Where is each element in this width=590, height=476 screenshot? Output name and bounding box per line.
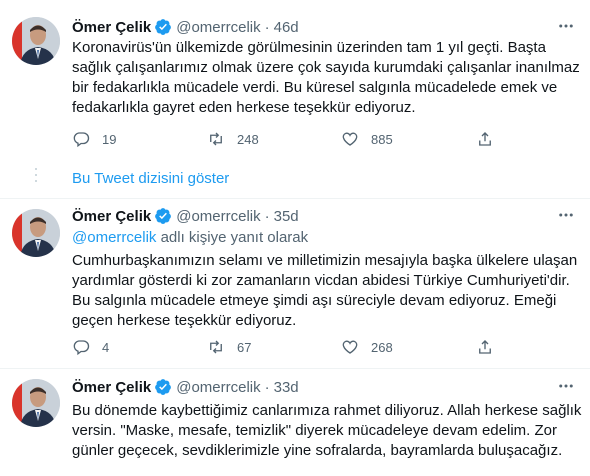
verified-badge-icon [155, 208, 172, 224]
tweet-text-line: Bu salgınla mücadele etmeye şimdi aşı sü… [72, 292, 557, 309]
reply-to-label: adlı kişiye yanıt olarak [156, 229, 309, 246]
like-count: 885 [371, 131, 393, 147]
retweet-button[interactable]: 248 [207, 130, 259, 148]
timeline: Ömer Çelik @omerrcelik · 46d Koronavirüs… [0, 0, 590, 476]
heart-icon [342, 132, 358, 146]
profile-photo [12, 209, 60, 257]
like-count: 268 [371, 339, 393, 355]
retweet-icon [210, 132, 222, 146]
heart-icon [342, 340, 358, 354]
reply-count: 19 [102, 131, 117, 147]
author-handle[interactable]: @omerrcelik [176, 379, 260, 396]
reply-icon [73, 340, 90, 356]
tweet-header: Ömer Çelik @omerrcelik · 33d [72, 376, 576, 398]
profile-photo [12, 379, 60, 427]
tweet-actions: 4 67 268 [72, 338, 512, 358]
like-button[interactable]: 268 [341, 338, 393, 356]
tweet-actions: 19 248 885 [72, 130, 512, 150]
retweet-count: 67 [237, 339, 252, 355]
tweet-text-line: geçen herkese teşekkür ediyoruz. [72, 312, 297, 329]
share-button[interactable] [476, 338, 506, 356]
reply-button[interactable]: 4 [72, 338, 109, 356]
tweet-text-line: bir fedakarlıkla mücadele verdi. Bu küre… [72, 79, 558, 96]
like-button[interactable]: 885 [341, 130, 393, 148]
author-handle[interactable]: @omerrcelik [176, 208, 260, 225]
tweet-text-line: versin. "Maske, mesafe, temizlik" diyere… [72, 422, 557, 439]
retweet-button[interactable]: 67 [207, 338, 251, 356]
author-name[interactable]: Ömer Çelik [72, 208, 151, 225]
avatar[interactable] [12, 379, 60, 427]
author-handle[interactable]: @omerrcelik [176, 19, 260, 36]
reply-to-mention[interactable]: @omerrcelik [72, 229, 156, 246]
separator-dot: · [264, 207, 270, 225]
tweet[interactable]: Ömer Çelik @omerrcelik · 33d Bu dönemde … [0, 369, 590, 476]
tweet-text-line: Koronavirüs'ün ülkemizde görülmesinin üz… [72, 39, 546, 56]
separator-dot: · [264, 18, 270, 36]
tweet-text: Cumhurbaşkanımızın selamı ve milletimizi… [72, 251, 577, 331]
tweet-text-line: sağlık çalışanlarımız olmak üzere çok sa… [72, 59, 580, 76]
separator-dot: · [264, 378, 270, 396]
author-name[interactable]: Ömer Çelik [72, 19, 151, 36]
avatar[interactable] [12, 17, 60, 65]
more-options-icon[interactable] [556, 207, 576, 223]
tweet-text-line: yardımlar gösterdi ki zor zamanların vic… [72, 272, 570, 289]
tweet[interactable]: Ömer Çelik @omerrcelik · 35d @omerrcelik… [0, 199, 590, 367]
share-icon [479, 340, 491, 354]
share-button[interactable] [476, 130, 506, 148]
more-options-icon[interactable] [556, 18, 576, 34]
share-icon [479, 132, 491, 146]
reply-button[interactable]: 19 [72, 130, 116, 148]
timestamp[interactable]: 35d [274, 208, 299, 225]
retweet-count: 248 [237, 131, 259, 147]
tweet-text-line: Cumhurbaşkanımızın selamı ve milletimizi… [72, 252, 578, 269]
verified-badge-icon [155, 379, 172, 395]
profile-photo [12, 17, 60, 65]
tweet-text-line: fedakarlıkla gayret eden herkese teşekkü… [72, 99, 416, 116]
author-name[interactable]: Ömer Çelik [72, 379, 151, 396]
tweet-text: Koronavirüs'ün ülkemizde görülmesinin üz… [72, 38, 580, 118]
verified-badge-icon [155, 19, 172, 35]
tweet[interactable]: Ömer Çelik @omerrcelik · 46d Koronavirüs… [0, 10, 590, 158]
tweet-text-line: günler geçecek, sevdiklerimizle yine sof… [72, 442, 563, 459]
timestamp[interactable]: 33d [274, 379, 299, 396]
reply-context: @omerrcelik adlı kişiye yanıt olarak [72, 229, 308, 246]
tweet-text-line: Bu dönemde kaybettiğimiz canlarımıza rah… [72, 402, 582, 419]
more-options-icon[interactable] [556, 378, 576, 394]
thread-connector [35, 168, 37, 186]
reply-count: 4 [102, 339, 110, 355]
tweet-header: Ömer Çelik @omerrcelik · 35d [72, 205, 576, 227]
retweet-icon [210, 340, 222, 354]
reply-icon [73, 132, 90, 148]
tweet-header: Ömer Çelik @omerrcelik · 46d [72, 16, 576, 38]
timestamp[interactable]: 46d [274, 19, 299, 36]
show-thread-link[interactable]: Bu Tweet dizisini göster [72, 170, 229, 187]
avatar[interactable] [12, 209, 60, 257]
tweet-text: Bu dönemde kaybettiğimiz canlarımıza rah… [72, 401, 582, 461]
